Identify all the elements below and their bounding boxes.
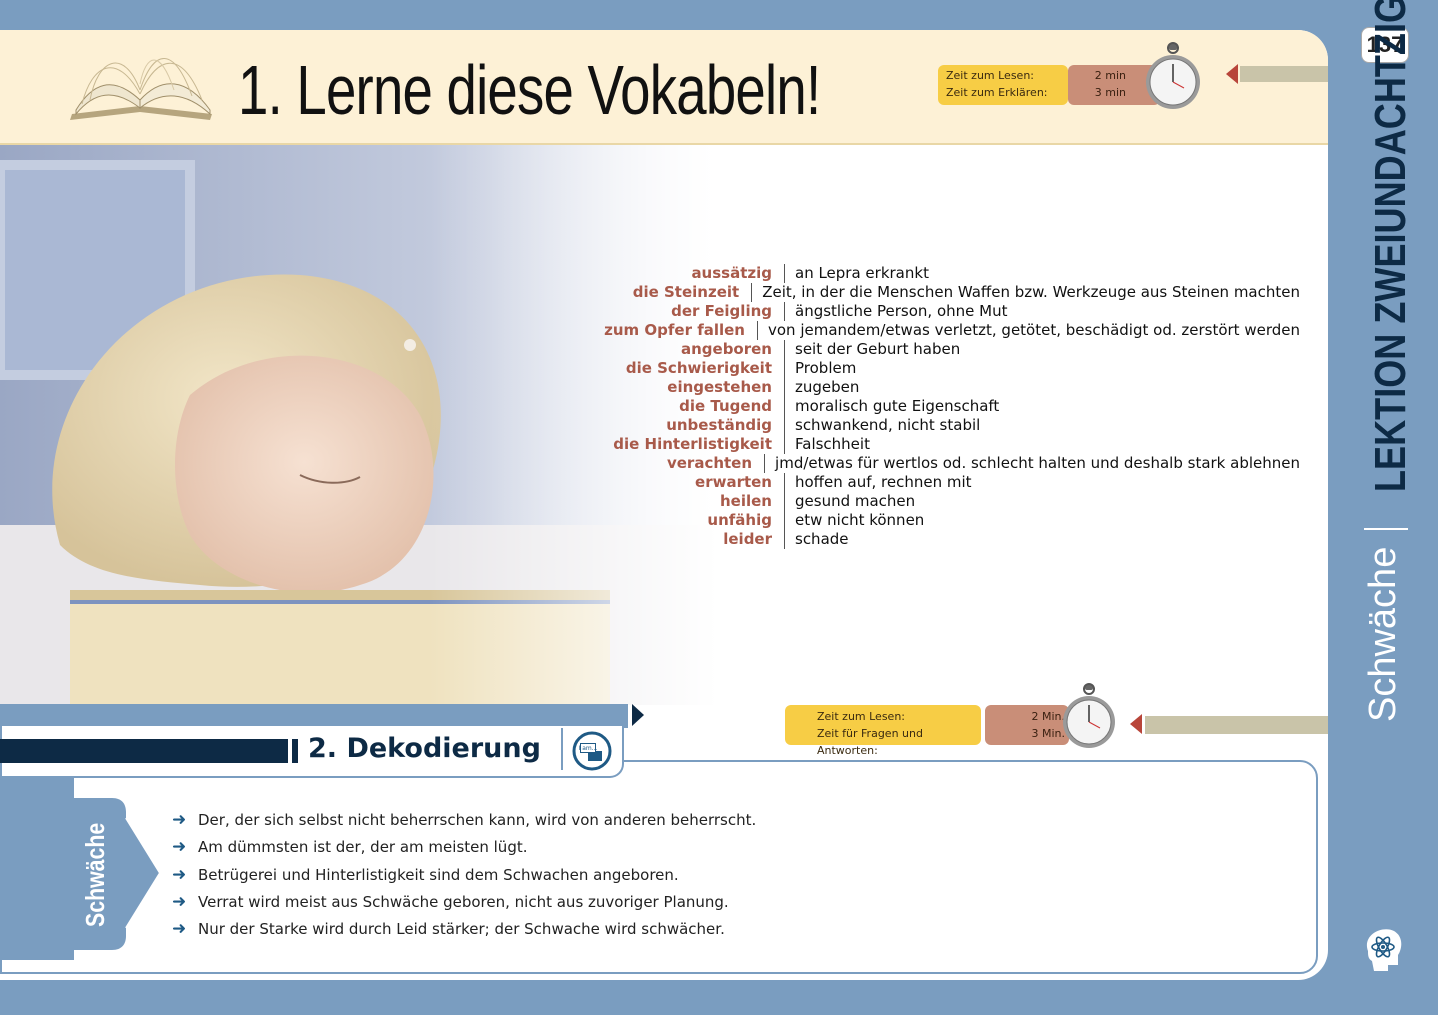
vocab-definition: zugeben — [795, 378, 860, 396]
quote-text: Am dümmsten ist der, der am meisten lügt… — [198, 838, 528, 857]
identity-badge-icon: I am... — [572, 731, 612, 771]
vocab-definition: von jemandem/etwas verletzt, getötet, be… — [767, 321, 1300, 339]
vocab-row: aussätzig an Lepra erkrankt — [600, 264, 1300, 283]
vocab-definition: an Lepra erkrankt — [795, 264, 929, 282]
section2-time-values: 2 Min. 3 Min. — [985, 705, 1069, 745]
time-value-questions: 3 Min. — [1031, 727, 1065, 740]
vocab-row: verachten jmd/etwas für wertlos od. schle… — [600, 454, 1300, 473]
arrow-right-icon: ➜ — [172, 864, 187, 885]
time-label-read: Zeit zum Lesen: — [946, 69, 1035, 82]
vocab-row: erwarten hoffen auf, rechnen mit — [600, 473, 1300, 492]
vocab-definition: jmd/etwas für wertlos od. schlecht halte… — [775, 454, 1300, 472]
arrow-right-icon: ➜ — [172, 891, 187, 912]
vocab-definition: schwankend, nicht stabil — [795, 416, 981, 434]
vocab-row: angeboren seit der Geburt haben — [600, 340, 1300, 359]
vocab-row: leider schade — [600, 530, 1300, 549]
vocab-term: angeboren — [600, 340, 785, 359]
quote-item: ➜ Verrat wird meist aus Schwäche geboren,… — [172, 892, 729, 912]
vocab-definition: moralisch gute Eigenschaft — [795, 397, 1000, 415]
vocab-term: heilen — [600, 492, 785, 511]
svg-text:I am...: I am... — [579, 745, 598, 752]
lesson-card: 1. Lerne diese Vokabeln! Zeit zum Lesen:… — [0, 30, 1328, 980]
vocab-term: unbeständig — [600, 416, 785, 435]
quote-item: ➜ Betrügerei und Hinterlistigkeit sind de… — [172, 865, 679, 885]
quote-text: Der, der sich selbst nicht beherrschen k… — [198, 811, 757, 829]
arrow-right-icon: ➜ — [172, 837, 187, 858]
vocab-row: unbeständig schwankend, nicht stabil — [600, 416, 1300, 435]
sidebar-divider — [1364, 528, 1408, 530]
time-label-read-2: Zeit zum Lesen: — [817, 710, 906, 723]
vocab-row: die Schwierigkeit Problem — [600, 359, 1300, 378]
vocab-row: die Hinterlistigkeit Falschheit — [600, 435, 1300, 454]
vocab-row: die Steinzeit Zeit, in der die Menschen W… — [600, 283, 1300, 302]
stopwatch-icon-2 — [1060, 682, 1118, 752]
section2-header-strip — [0, 704, 628, 728]
quote-item: ➜ Der, der sich selbst nicht beherrschen … — [172, 810, 756, 830]
vocab-definition: Zeit, in der die Menschen Waffen bzw. We… — [762, 283, 1300, 301]
vocab-row: zum Opfer fallen von jemandem/etwas verle… — [600, 321, 1300, 340]
vocab-definition: ängstliche Person, ohne Mut — [795, 302, 1008, 320]
vocab-definition: gesund machen — [795, 492, 916, 510]
section2-separator — [561, 728, 563, 770]
vocab-row: heilen gesund machen — [600, 492, 1300, 511]
vocab-term: eingestehen — [600, 378, 785, 397]
quote-text: Nur der Starke wird durch Leid stärker; … — [198, 920, 725, 939]
vocab-term: die Hinterlistigkeit — [600, 435, 785, 454]
lesson-label: LEKTION ZWEIUNDACHTZIG — [1366, 0, 1415, 493]
section2-marker-arrow — [1130, 714, 1142, 734]
vocab-term: unfähig — [600, 511, 785, 530]
stopwatch-icon — [1142, 42, 1204, 112]
open-book-icon — [62, 44, 217, 124]
vocabulary-list: aussätzig an Lepra erkrankt die Steinzeit Z… — [600, 264, 1300, 549]
arrow-right-icon: ➜ — [172, 919, 187, 940]
vocab-row: unfähig etw nicht können — [600, 511, 1300, 530]
arrow-right-icon: ➜ — [172, 810, 187, 830]
time-label-questions: Zeit für Fragen und Antworten: — [817, 727, 923, 757]
vocab-row: eingestehen zugeben — [600, 378, 1300, 397]
time-value-read-2: 2 Min. — [1031, 710, 1065, 723]
lesson-topic: Schwäche — [1362, 546, 1404, 722]
quote-text: Betrügerei und Hinterlistigkeit sind dem… — [198, 865, 679, 884]
section2-title: 2. Dekodierung — [308, 733, 541, 764]
brain-atom-icon — [1360, 925, 1406, 975]
vocab-term: zum Opfer fallen — [600, 321, 758, 340]
section2-time-labels: Zeit zum Lesen: Zeit für Fragen und Antw… — [785, 705, 981, 757]
vocab-term: die Tugend — [600, 397, 785, 416]
vocab-definition: Problem — [795, 359, 857, 377]
section2-marker-bar — [1145, 716, 1328, 734]
quote-tab-label: Schwäche — [80, 822, 110, 927]
vocab-term: leider — [600, 530, 785, 549]
vocab-row: die Tugend moralisch gute Eigenschaft — [600, 397, 1300, 416]
vocab-term: erwarten — [600, 473, 785, 492]
section2-header-arrow — [632, 704, 644, 726]
time-value-read: 2 min — [1094, 69, 1126, 82]
time-value-explain: 3 min — [1094, 86, 1126, 99]
vocab-term: die Schwierigkeit — [600, 359, 785, 378]
quote-item: ➜ Am dümmsten ist der, der am meisten lüg… — [172, 837, 528, 857]
vocab-term: der Feigling — [600, 302, 785, 321]
quote-item: ➜ Nur der Starke wird durch Leid stärker;… — [172, 919, 725, 939]
vocab-definition: etw nicht können — [795, 511, 925, 529]
time-label-explain: Zeit zum Erklären: — [946, 86, 1048, 99]
section2-divider — [292, 739, 298, 763]
vocab-term: aussätzig — [600, 264, 785, 283]
section1-marker-arrow — [1226, 64, 1238, 84]
vocab-definition: hoffen auf, rechnen mit — [795, 473, 972, 491]
vocab-definition: schade — [795, 530, 849, 548]
section1-time-labels: Zeit zum Lesen: Zeit zum Erklären: — [938, 65, 1068, 105]
vocab-term: verachten — [600, 454, 766, 473]
vocab-definition: seit der Geburt haben — [795, 340, 961, 358]
vocab-row: der Feigling ängstliche Person, ohne Mut — [600, 302, 1300, 321]
vocab-term: die Steinzeit — [600, 283, 753, 302]
vocab-definition: Falschheit — [795, 435, 870, 453]
section1-title: 1. Lerne diese Vokabeln! — [238, 51, 821, 129]
section1-marker-bar — [1240, 66, 1328, 82]
quote-text: Verrat wird meist aus Schwäche geboren, … — [198, 892, 729, 911]
section2-navy-bar — [0, 739, 288, 763]
